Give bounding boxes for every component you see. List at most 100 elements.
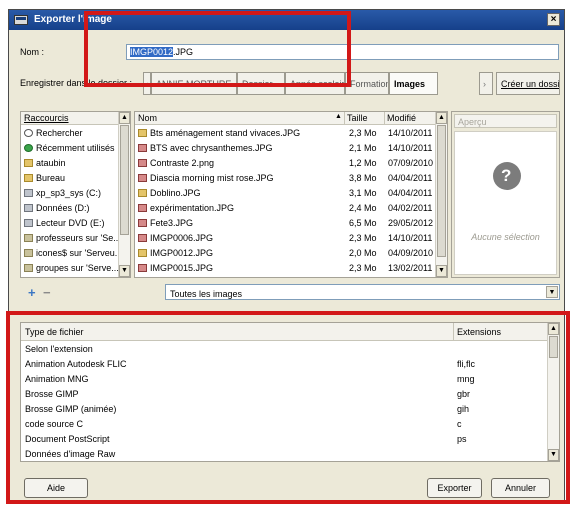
shortcut-item[interactable]: icones$ sur 'Serveu... <box>21 246 122 261</box>
shortcut-label: Rechercher <box>36 128 83 138</box>
file-modified: 04/09/2010 <box>388 248 434 258</box>
scroll-down-icon[interactable]: ▼ <box>548 449 559 461</box>
title-bar[interactable]: Exporter l'image × <box>9 10 564 30</box>
file-row[interactable]: Contraste 2.png 1,2 Mo 07/09/2010 <box>135 156 435 171</box>
scroll-thumb[interactable] <box>120 125 129 235</box>
column-file-type[interactable]: Type de fichier <box>25 327 84 337</box>
add-icon[interactable]: + <box>28 285 36 300</box>
column-extensions[interactable]: Extensions <box>457 327 501 337</box>
create-folder-button[interactable]: Créer un dossier <box>496 72 560 95</box>
file-name: BTS avec chrysanthemes.JPG <box>150 143 273 153</box>
file-type-extensions: ps <box>457 434 467 444</box>
file-type-row[interactable]: Animation MNG mng <box>21 372 547 387</box>
file-type-row[interactable]: Selon l'extension <box>21 342 547 357</box>
file-type-scrollbar[interactable]: ▲ ▼ <box>547 323 559 461</box>
path-segment-3[interactable]: Année scolaire <box>285 72 345 95</box>
file-size: 2,0 Mo <box>349 248 377 258</box>
file-type-name: Animation Autodesk FLIC <box>25 359 127 369</box>
shortcuts-header[interactable]: Raccourcis <box>21 112 130 125</box>
export-button[interactable]: Exporter <box>427 478 482 498</box>
shortcut-label: Bureau <box>36 173 66 183</box>
file-row[interactable]: Fete3.JPG 6,5 Mo 29/05/2012 <box>135 216 435 231</box>
column-modified[interactable]: Modifié <box>387 113 416 123</box>
filename-selected-text: IMGP0012 <box>130 47 174 57</box>
scroll-up-icon[interactable]: ▲ <box>119 112 130 124</box>
column-size[interactable]: Taille <box>347 113 368 123</box>
path-segment-2[interactable]: Dossier <box>237 72 285 95</box>
file-size: 2,4 Mo <box>349 203 377 213</box>
file-row[interactable]: IMGP0015.JPG 2,3 Mo 13/02/2011 <box>135 261 435 276</box>
file-type-extensions: gih <box>457 404 470 414</box>
file-list-scrollbar[interactable]: ▲ ▼ <box>435 112 447 277</box>
path-scroll-left-button[interactable]: ‹ <box>143 72 151 95</box>
file-row[interactable]: IMGP0006.JPG 2,3 Mo 14/10/2011 <box>135 231 435 246</box>
path-segment-1[interactable]: ANNIE MORTURE <box>151 72 237 95</box>
shortcut-item[interactable]: xp_sp3_sys (C:) <box>21 186 118 201</box>
path-segment-current[interactable]: Images <box>389 72 438 95</box>
network-icon <box>24 249 33 257</box>
file-name: IMGP0012.JPG <box>150 248 214 258</box>
file-row[interactable]: IMGP0012.JPG 2,0 Mo 04/09/2010 <box>135 246 435 261</box>
file-type-row[interactable]: Document PostScript ps <box>21 432 547 447</box>
scroll-up-icon[interactable]: ▲ <box>548 323 559 335</box>
network-icon <box>24 234 33 242</box>
folder-icon <box>138 189 147 197</box>
file-row[interactable]: Diascia morning mist rose.JPG 3,8 Mo 04/04… <box>135 171 435 186</box>
shortcut-item[interactable]: Bureau <box>21 171 118 186</box>
file-type-name: Brosse GIMP (animée) <box>25 404 117 414</box>
file-type-extensions: gbr <box>457 389 471 399</box>
file-row[interactable]: Doblino.JPG 3,1 Mo 04/04/2011 <box>135 186 435 201</box>
scroll-thumb[interactable] <box>437 125 446 257</box>
shortcut-label: Données (D:) <box>36 203 90 213</box>
path-segment-4[interactable]: Formation <box>345 72 389 95</box>
shortcut-item[interactable]: Rechercher <box>21 126 118 141</box>
scroll-down-icon[interactable]: ▼ <box>119 265 130 277</box>
file-type-extensions: fli,flc <box>457 359 475 369</box>
shortcut-item[interactable]: Lecteur DVD (E:) <box>21 216 118 231</box>
file-size: 3,1 Mo <box>349 188 377 198</box>
image-icon <box>138 174 147 182</box>
shortcut-item[interactable]: groupes sur 'Serve... <box>21 261 119 276</box>
chevron-down-icon[interactable]: ▼ <box>546 286 558 298</box>
file-row[interactable]: Bts aménagement stand vivaces.JPG 2,3 Mo 1… <box>135 126 435 141</box>
help-button[interactable]: Aide <box>24 478 88 498</box>
file-filter-select[interactable]: Toutes les images ▼ <box>165 284 560 300</box>
remove-icon[interactable]: − <box>43 285 51 300</box>
file-name: Diascia morning mist rose.JPG <box>150 173 274 183</box>
scroll-up-icon[interactable]: ▲ <box>436 112 447 124</box>
cancel-button[interactable]: Annuler <box>491 478 550 498</box>
shortcut-label: icones$ sur 'Serveu... <box>36 248 123 258</box>
folder-icon <box>24 174 33 182</box>
file-type-row[interactable]: Brosse GIMP gbr <box>21 387 547 402</box>
scroll-thumb[interactable] <box>549 336 558 358</box>
file-row[interactable]: expérimentation.JPG 2,4 Mo 04/02/2011 <box>135 201 435 216</box>
column-name[interactable]: Nom <box>138 113 157 123</box>
shortcut-item[interactable]: Données (D:) <box>21 201 118 216</box>
chevron-right-icon[interactable]: › <box>479 72 493 95</box>
filename-input[interactable]: IMGP0012.JPG <box>126 44 559 60</box>
gimp-app-icon <box>14 15 28 25</box>
file-name: IMGP0015.JPG <box>150 263 214 273</box>
shortcuts-scrollbar[interactable]: ▲ ▼ <box>118 112 130 277</box>
shortcut-item[interactable]: professeurs sur 'Se... <box>21 231 121 246</box>
sort-up-icon: ▲ <box>335 113 342 120</box>
shortcut-item[interactable]: Récemment utilisés <box>21 141 118 156</box>
file-list-panel: Nom ▲ Taille Modifié Bts aménagement sta… <box>134 111 448 278</box>
file-size: 2,3 Mo <box>349 263 377 273</box>
image-icon <box>138 204 147 212</box>
file-type-name: Données d'image Raw <box>25 449 116 459</box>
shortcut-label: professeurs sur 'Se... <box>36 233 121 243</box>
file-type-row[interactable]: Animation Autodesk FLIC fli,flc <box>21 357 547 372</box>
shortcut-label: ataubin <box>36 158 66 168</box>
file-type-row[interactable]: Brosse GIMP (animée) gih <box>21 402 547 417</box>
shortcuts-header-label: Raccourcis <box>24 113 69 123</box>
file-row[interactable]: BTS avec chrysanthemes.JPG 2,1 Mo 14/10/20… <box>135 141 435 156</box>
shortcut-item[interactable]: ataubin <box>21 156 118 171</box>
file-size: 2,3 Mo <box>349 233 377 243</box>
file-type-row[interactable]: code source C c <box>21 417 547 432</box>
scroll-down-icon[interactable]: ▼ <box>436 265 447 277</box>
close-button[interactable]: × <box>547 13 560 26</box>
file-size: 2,3 Mo <box>349 128 377 138</box>
file-type-row[interactable]: Données d'image Raw <box>21 447 547 461</box>
file-list-header: Nom ▲ Taille Modifié <box>135 112 447 125</box>
